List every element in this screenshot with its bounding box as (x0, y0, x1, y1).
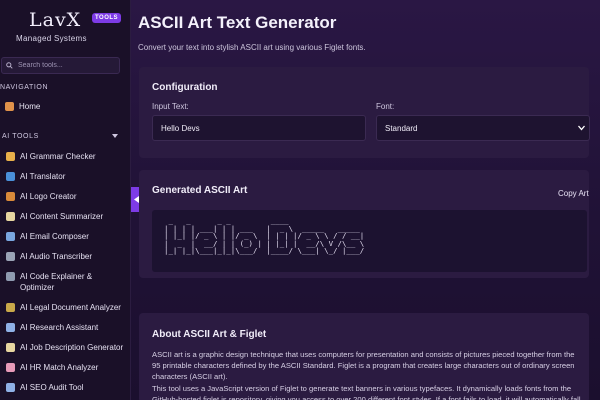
logo-text: LavX (29, 9, 82, 31)
ai-tools-list: AI Grammar Checker AI Translator AI Logo C… (6, 151, 126, 400)
about-card: About ASCII Art & Figlet ASCII art is a … (139, 313, 589, 400)
logo-subtitle: Managed Systems (16, 34, 87, 43)
sidebar-item-tool[interactable]: AI HR Match Analyzer (6, 362, 126, 373)
font-select-value: Standard (385, 123, 418, 133)
sidebar-item-label: AI Legal Document Analyzer (20, 303, 121, 312)
brain-icon (6, 363, 15, 372)
about-paragraph-1: ASCII art is a graphic design technique … (152, 350, 575, 381)
home-icon (5, 102, 14, 111)
configuration-heading: Configuration (152, 82, 218, 93)
sidebar-item-label: AI Job Description Generator (20, 343, 124, 352)
sidebar-item-tool[interactable]: AI Research Assistant (6, 322, 126, 333)
memo-icon (6, 212, 15, 221)
sidebar-item-label: AI Content Summarizer (20, 212, 104, 221)
page-title: ASCII Art Text Generator (138, 13, 337, 32)
sidebar-item-label: Home (19, 102, 41, 111)
globe-icon (6, 172, 15, 181)
palette-icon (6, 192, 15, 201)
sidebar-item-tool[interactable]: AI Legal Document Analyzer (6, 302, 126, 313)
sidebar-item-tool[interactable]: AI Email Composer (6, 231, 126, 242)
sidebar-item-label: AI Email Composer (20, 232, 89, 241)
sidebar-item-tool[interactable]: AI Audio Transcriber (6, 251, 126, 262)
sidebar-item-tool[interactable]: AI Code Explainer & Optimizer (6, 271, 126, 293)
magnifier-icon (6, 383, 15, 392)
input-text-label: Input Text: (152, 102, 189, 111)
input-text-field[interactable]: Hello Devs (152, 115, 366, 141)
sidebar-item-tool[interactable]: AI Translator (6, 171, 126, 182)
sidebar-item-label: AI Research Assistant (20, 323, 99, 332)
chevron-down-icon (578, 125, 585, 131)
sidebar-item-tool[interactable]: AI SEO Audit Tool (6, 382, 126, 393)
sidebar-item-tool[interactable]: AI Grammar Checker (6, 151, 126, 162)
sidebar-item-tool[interactable]: AI Job Description Generator (6, 342, 126, 353)
font-select[interactable]: Standard (376, 115, 590, 141)
search-icon (6, 62, 13, 69)
sidebar-item-label: AI SEO Audit Tool (20, 383, 84, 392)
scales-icon (6, 303, 15, 312)
memo-icon (6, 343, 15, 352)
email-icon (6, 232, 15, 241)
page-subtitle: Convert your text into stylish ASCII art… (138, 43, 366, 52)
configuration-card: Configuration Input Text: Hello Devs Fon… (139, 67, 590, 158)
copy-art-button[interactable]: Copy Art (558, 189, 589, 198)
font-label: Font: (376, 102, 395, 111)
search-box (1, 57, 120, 74)
sidebar-item-label: AI Logo Creator (20, 192, 77, 201)
microphone-icon (6, 252, 15, 261)
sidebar: LavX TOOLS Managed Systems NAVIGATION Ho… (0, 0, 131, 400)
logo-badge: TOOLS (92, 13, 122, 23)
nav-section-title: NAVIGATION (0, 84, 49, 91)
ai-tools-section-toggle[interactable]: AI TOOLS (2, 133, 118, 140)
brand-logo[interactable]: LavX TOOLS Managed Systems (13, 8, 122, 44)
sidebar-item-label: AI HR Match Analyzer (20, 363, 99, 372)
sidebar-item-label: AI Translator (20, 172, 66, 181)
ai-tools-section-title: AI TOOLS (2, 133, 39, 140)
ascii-output-box: _ _ _ _ ____ | | | | ___| | | ___ | _ \ … (152, 210, 587, 272)
search-input[interactable] (18, 62, 114, 69)
laptop-icon (6, 272, 15, 281)
magnifier-icon (6, 323, 15, 332)
sidebar-item-tool[interactable]: AI Content Summarizer (6, 211, 126, 222)
output-card: Generated ASCII Art Copy Art _ _ _ _ ___… (139, 170, 589, 278)
about-heading: About ASCII Art & Figlet (152, 329, 267, 340)
ascii-art-output: _ _ _ _ ____ | | | | ___| | | ___ | _ \ … (164, 216, 365, 256)
sidebar-item-home[interactable]: Home (5, 102, 40, 111)
sidebar-item-label: AI Code Explainer & Optimizer (20, 272, 93, 292)
sidebar-item-label: AI Grammar Checker (20, 152, 96, 161)
output-heading: Generated ASCII Art (152, 185, 248, 196)
chevron-down-icon (112, 134, 118, 138)
about-paragraph-2: This tool uses a JavaScript version of F… (152, 384, 581, 400)
sidebar-item-label: AI Audio Transcriber (20, 252, 93, 261)
sidebar-item-tool[interactable]: AI Logo Creator (6, 191, 126, 202)
pencil-icon (6, 152, 15, 161)
